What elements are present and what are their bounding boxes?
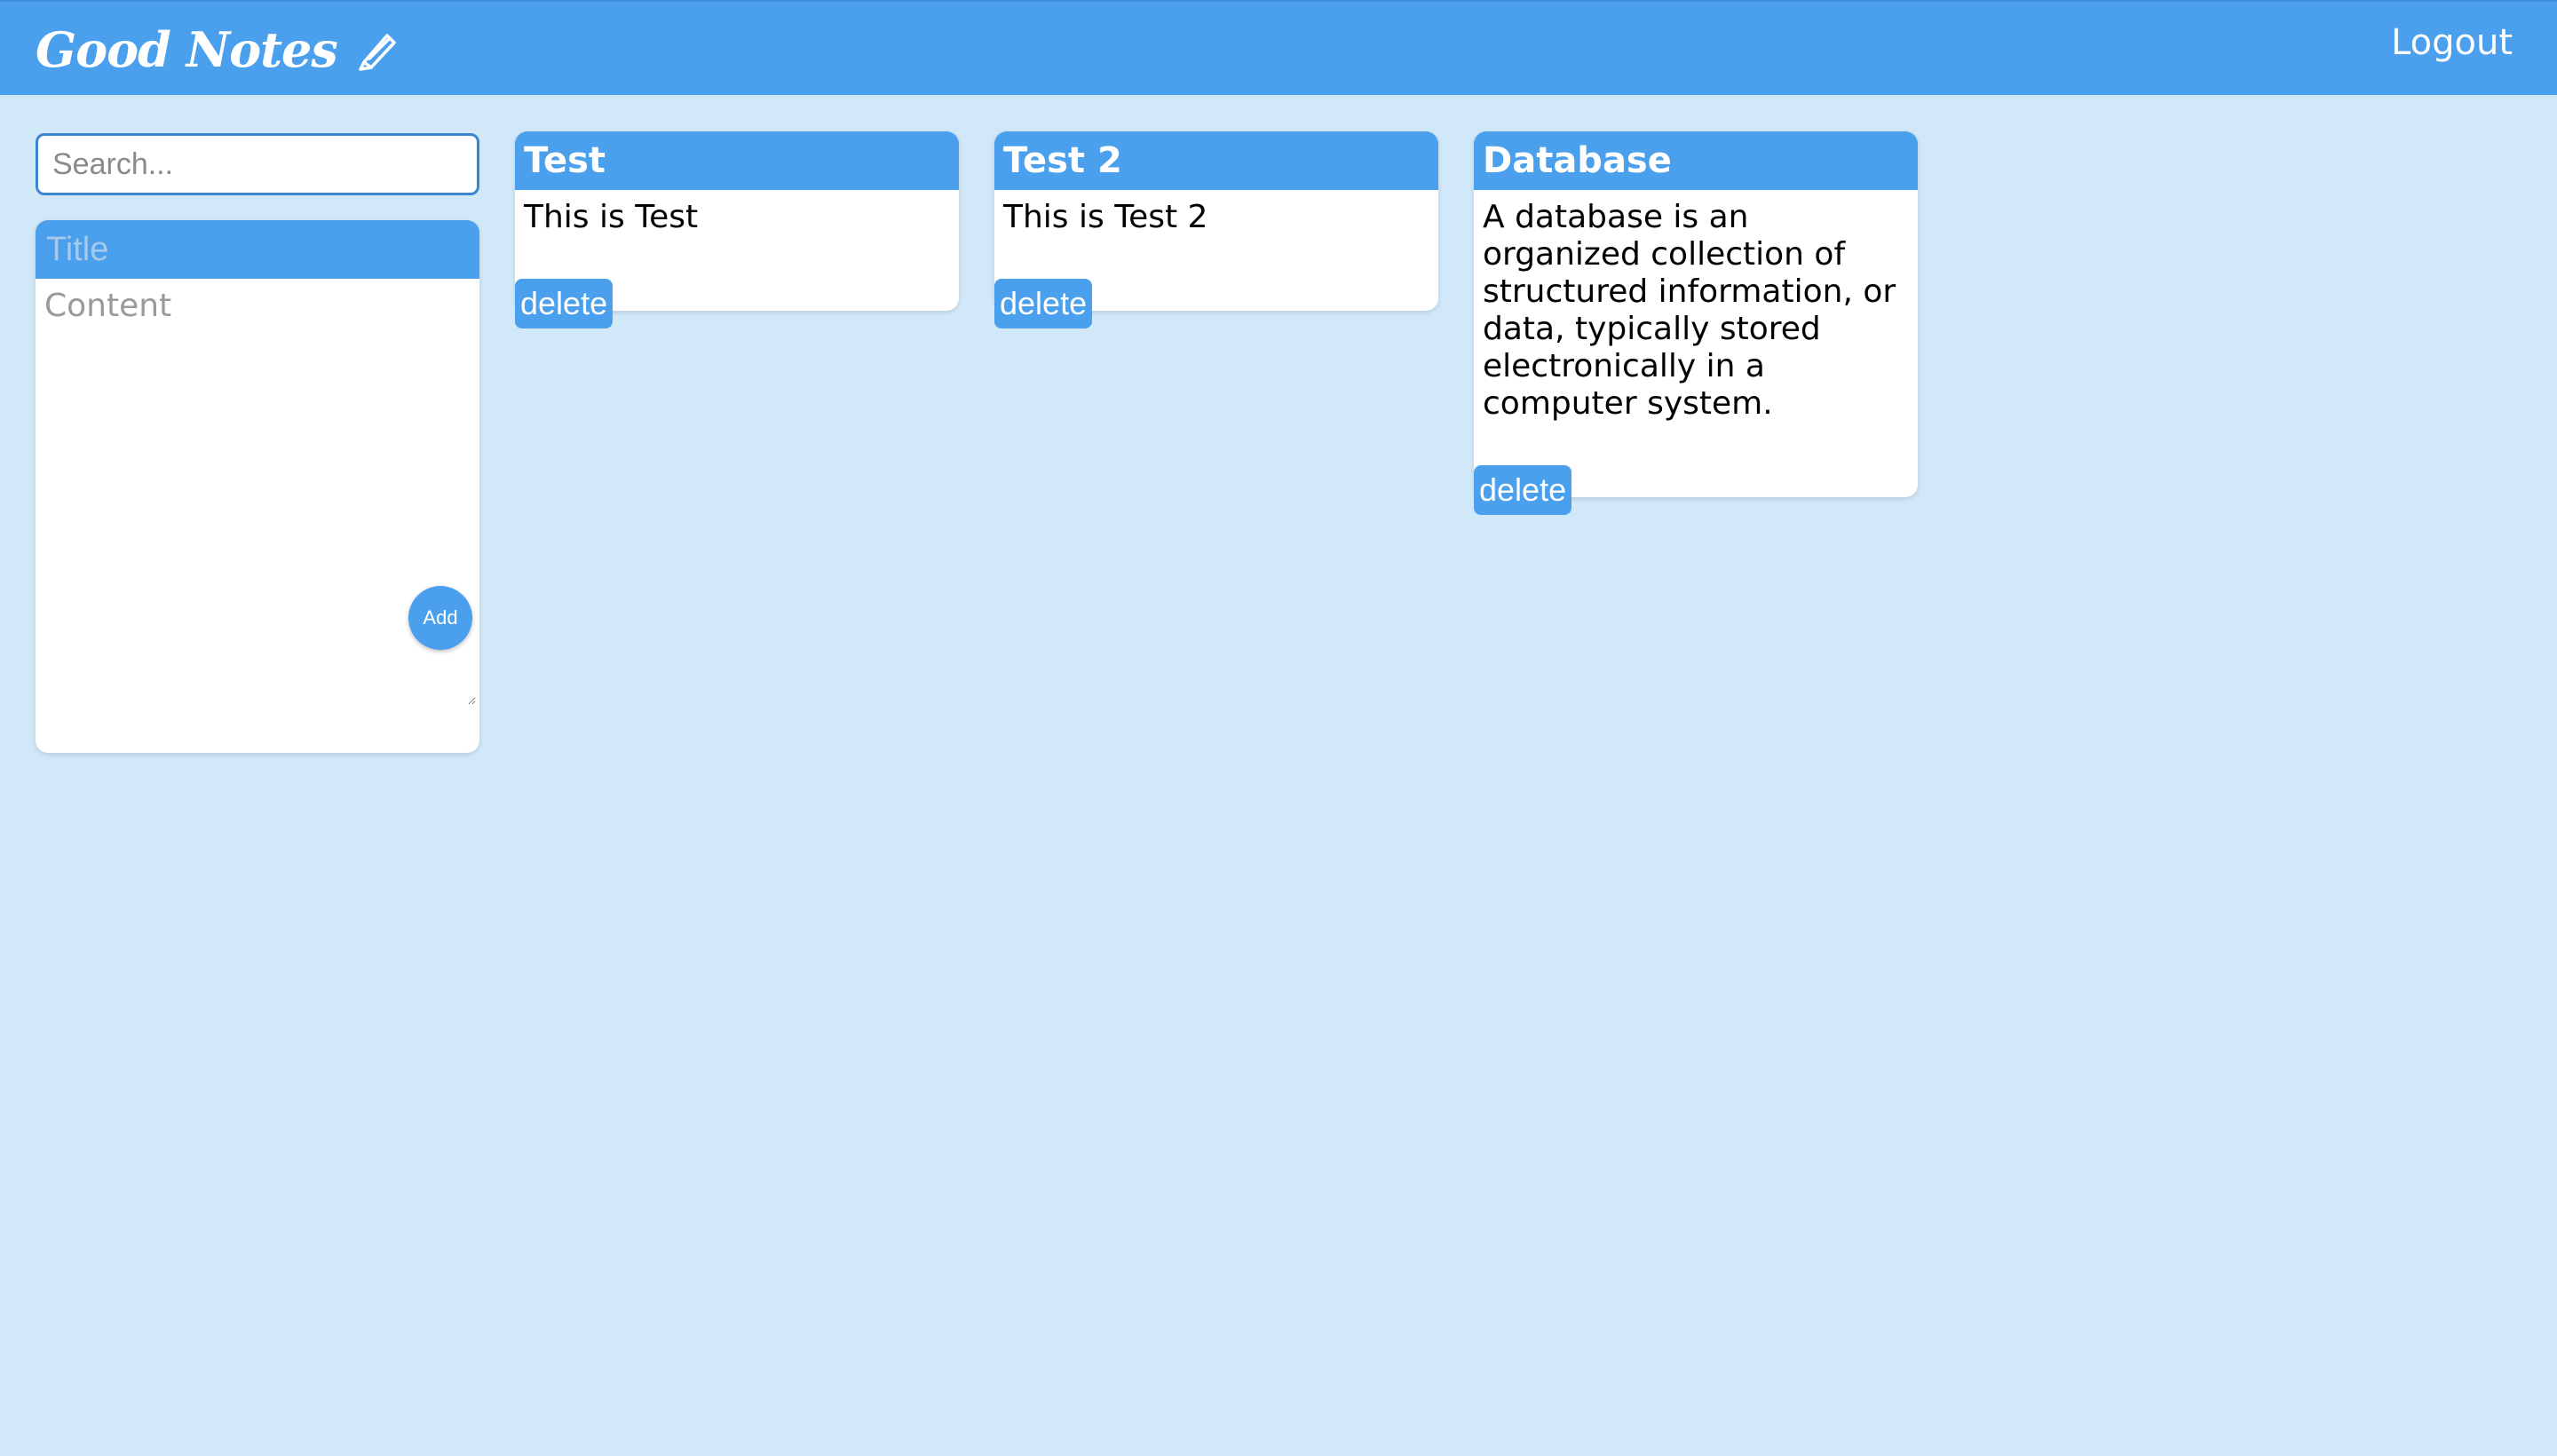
note-card: Database A database is an organized coll… bbox=[1474, 131, 1918, 515]
delete-note-button[interactable]: delete bbox=[1474, 465, 1572, 515]
note-card: Test This is Test delete bbox=[515, 131, 959, 328]
app-header: Good Notes Logout bbox=[0, 0, 2557, 95]
note-card: Test 2 This is Test 2 delete bbox=[994, 131, 1438, 328]
note-content: A database is an organized collection of… bbox=[1483, 199, 1896, 422]
note-content: This is Test 2 bbox=[1003, 199, 1208, 235]
brand-logo: Good Notes bbox=[36, 14, 401, 85]
note-title-input[interactable] bbox=[36, 220, 479, 279]
note-content: This is Test bbox=[524, 199, 699, 235]
delete-note-button[interactable]: delete bbox=[515, 279, 614, 328]
delete-note-button[interactable]: delete bbox=[994, 279, 1093, 328]
note-composer: Add bbox=[36, 220, 479, 753]
add-note-button[interactable]: Add bbox=[408, 586, 472, 650]
note-title: Test 2 bbox=[994, 131, 1438, 190]
brand-name: Good Notes bbox=[36, 21, 338, 78]
pencil-icon bbox=[359, 34, 396, 71]
note-title: Test bbox=[515, 131, 959, 190]
search-input[interactable] bbox=[36, 133, 479, 195]
note-title: Database bbox=[1474, 131, 1918, 190]
note-content-input[interactable] bbox=[36, 279, 476, 705]
logout-button[interactable]: Logout bbox=[2391, 18, 2513, 67]
